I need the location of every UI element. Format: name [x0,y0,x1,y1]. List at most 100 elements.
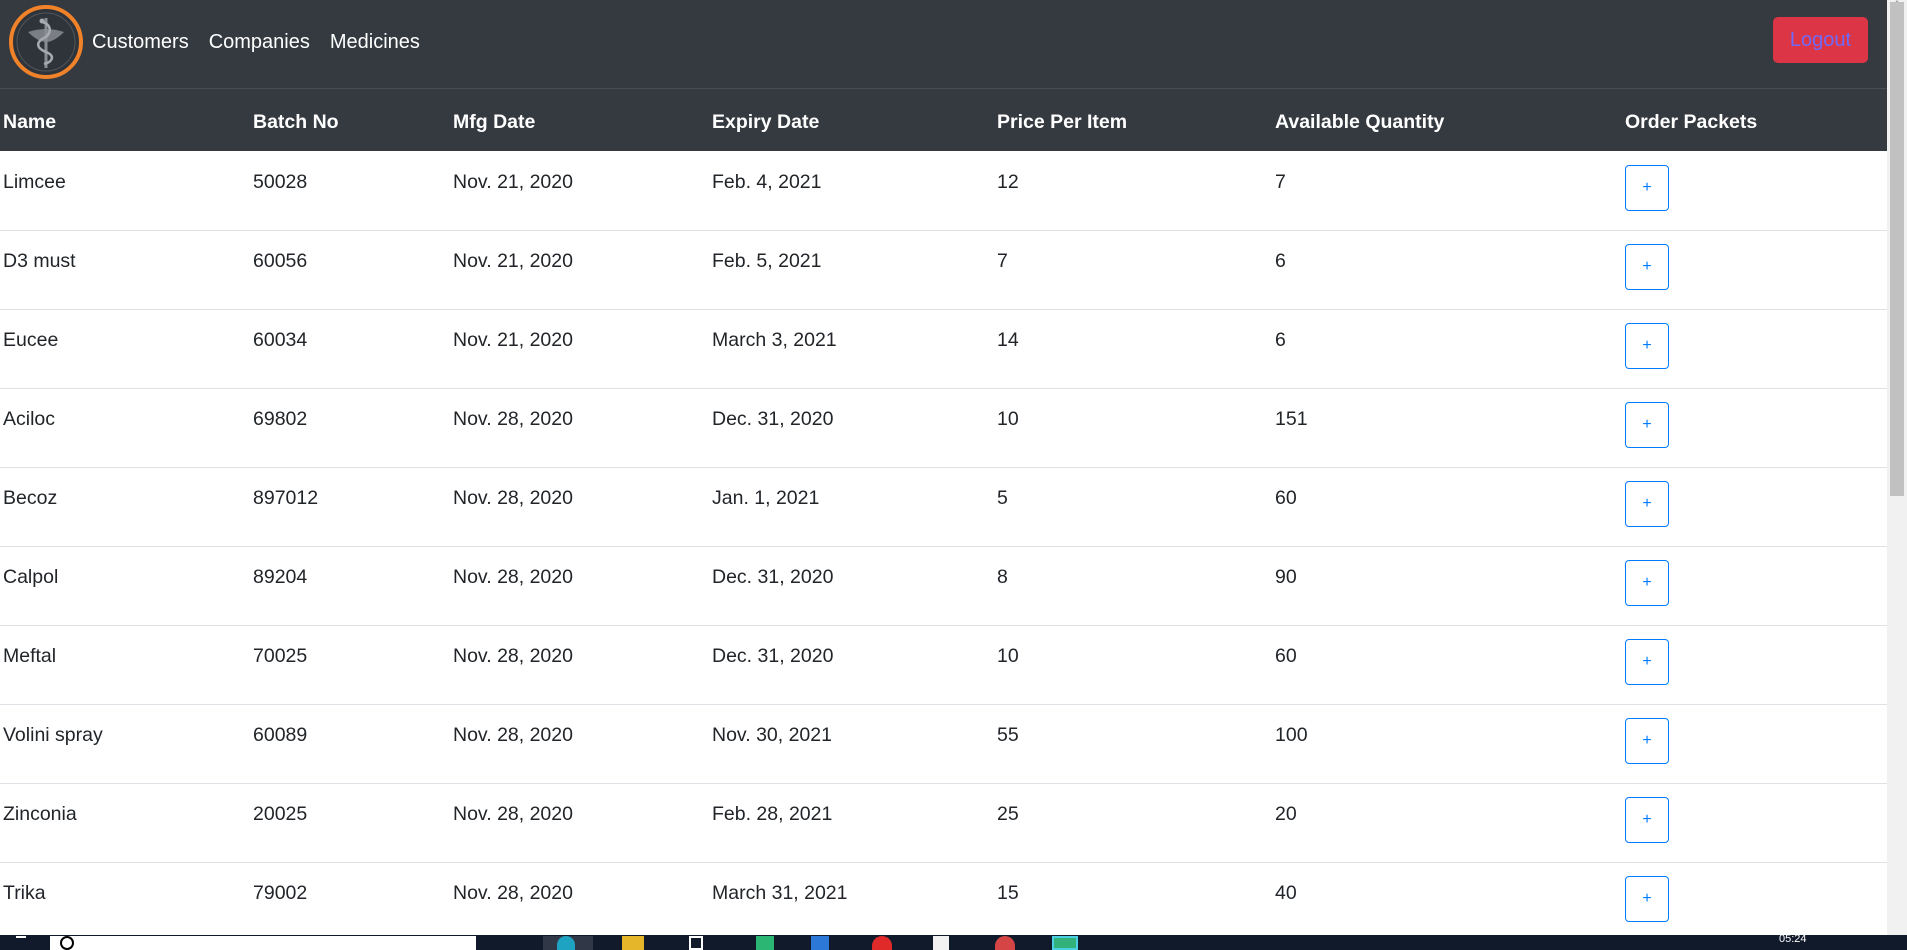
order-packet-button[interactable]: + [1625,323,1669,369]
table-row: Calpol 89204 Nov. 28, 2020 Dec. 31, 2020… [0,546,1887,626]
top-navbar: Customers Companies Medicines Logout [0,0,1887,88]
order-packet-button[interactable]: + [1625,165,1669,211]
order-packet-button[interactable]: + [1625,244,1669,290]
cell-batch-no: 897012 [253,487,319,509]
order-packet-button[interactable]: + [1625,560,1669,606]
cell-quantity: 20 [1275,803,1297,825]
cell-expiry-date: Feb. 28, 2021 [712,803,833,825]
app-icon[interactable] [811,936,829,950]
app-icon[interactable] [756,936,774,950]
column-header-order-packets: Order Packets [1625,111,1758,133]
app-icon[interactable] [1052,936,1078,950]
cell-quantity: 6 [1275,250,1286,272]
cell-expiry-date: Dec. 31, 2020 [712,566,834,588]
nav-link-medicines[interactable]: Medicines [330,31,420,54]
folder-icon[interactable] [622,936,644,950]
table-row: Zinconia 20025 Nov. 28, 2020 Feb. 28, 20… [0,783,1887,863]
order-packet-button[interactable]: + [1625,481,1669,527]
cell-mfg-date: Nov. 28, 2020 [453,803,573,825]
cell-mfg-date: Nov. 28, 2020 [453,645,573,667]
cell-name: D3 must [3,250,76,272]
start-icon[interactable] [16,936,26,950]
browser-icon[interactable] [557,936,575,950]
cell-quantity: 60 [1275,645,1297,667]
column-header-available-quantity: Available Quantity [1275,111,1445,133]
cell-price: 25 [997,803,1019,825]
cell-name: Aciloc [3,408,56,430]
table-row: Eucee 60034 Nov. 21, 2020 March 3, 2021 … [0,309,1887,389]
app-icon[interactable] [872,936,892,950]
cell-quantity: 60 [1275,487,1297,509]
cell-expiry-date: Feb. 4, 2021 [712,171,822,193]
nav-link-companies[interactable]: Companies [209,31,310,54]
table-row: Meftal 70025 Nov. 28, 2020 Dec. 31, 2020… [0,625,1887,705]
cell-price: 10 [997,408,1019,430]
scrollbar-thumb[interactable] [1890,2,1904,496]
app-icon[interactable] [995,936,1015,950]
cell-price: 5 [997,487,1008,509]
cell-mfg-date: Nov. 28, 2020 [453,566,573,588]
cell-price: 10 [997,645,1019,667]
table-row: Trika 79002 Nov. 28, 2020 March 31, 2021… [0,862,1887,935]
cell-name: Zinconia [3,803,77,825]
cell-batch-no: 50028 [253,171,308,193]
cell-quantity: 40 [1275,882,1297,904]
order-packet-button[interactable]: + [1625,718,1669,764]
cell-batch-no: 79002 [253,882,308,904]
cell-price: 15 [997,882,1019,904]
column-header-batch-no: Batch No [253,111,339,133]
nav-links: Customers Companies Medicines [92,0,440,84]
cell-expiry-date: March 31, 2021 [712,882,848,904]
windows-taskbar: 05:24 [0,935,1907,950]
cell-batch-no: 60089 [253,724,308,746]
cell-batch-no: 60034 [253,329,308,351]
order-packet-button[interactable]: + [1625,402,1669,448]
table-row: Aciloc 69802 Nov. 28, 2020 Dec. 31, 2020… [0,388,1887,468]
column-header-mfg-date: Mfg Date [453,111,536,133]
table-row: Volini spray 60089 Nov. 28, 2020 Nov. 30… [0,704,1887,784]
column-header-name: Name [3,111,57,133]
column-header-expiry-date: Expiry Date [712,111,820,133]
app-icon[interactable] [689,936,703,950]
taskbar-search-box[interactable] [50,936,476,950]
cell-mfg-date: Nov. 28, 2020 [453,408,573,430]
taskbar-clock[interactable]: 05:24 [1779,935,1807,945]
search-icon [60,936,74,950]
order-packet-button[interactable]: + [1625,639,1669,685]
pharmacy-logo-icon[interactable] [6,4,86,80]
cell-name: Becoz [3,487,58,509]
column-header-price: Price Per Item [997,111,1128,133]
app-page: Customers Companies Medicines Logout Nam… [0,0,1887,935]
nav-link-customers[interactable]: Customers [92,31,189,54]
cell-expiry-date: Jan. 1, 2021 [712,487,820,509]
cell-batch-no: 70025 [253,645,308,667]
cell-quantity: 6 [1275,329,1286,351]
table-row: D3 must 60056 Nov. 21, 2020 Feb. 5, 2021… [0,230,1887,310]
cell-name: Calpol [3,566,59,588]
cell-price: 8 [997,566,1008,588]
cell-name: Limcee [3,171,66,193]
cell-price: 12 [997,171,1019,193]
cell-name: Trika [3,882,46,904]
app-icon[interactable] [933,936,949,950]
table-header: Name Batch No Mfg Date Expiry Date Price… [0,88,1887,151]
cell-expiry-date: Feb. 5, 2021 [712,250,822,272]
order-packet-button[interactable]: + [1625,876,1669,922]
cell-mfg-date: Nov. 21, 2020 [453,171,573,193]
table-row: Limcee 50028 Nov. 21, 2020 Feb. 4, 2021 … [0,151,1887,231]
table-row: Becoz 897012 Nov. 28, 2020 Jan. 1, 2021 … [0,467,1887,547]
cell-quantity: 100 [1275,724,1308,746]
logout-button[interactable]: Logout [1773,17,1868,63]
cell-mfg-date: Nov. 21, 2020 [453,329,573,351]
cell-name: Volini spray [3,724,103,746]
cell-mfg-date: Nov. 28, 2020 [453,487,573,509]
cell-mfg-date: Nov. 28, 2020 [453,724,573,746]
vertical-scrollbar[interactable] [1887,0,1907,935]
cell-mfg-date: Nov. 28, 2020 [453,882,573,904]
cell-price: 7 [997,250,1008,272]
cell-expiry-date: Dec. 31, 2020 [712,645,834,667]
cell-price: 55 [997,724,1019,746]
cell-mfg-date: Nov. 21, 2020 [453,250,573,272]
order-packet-button[interactable]: + [1625,797,1669,843]
cell-batch-no: 89204 [253,566,308,588]
